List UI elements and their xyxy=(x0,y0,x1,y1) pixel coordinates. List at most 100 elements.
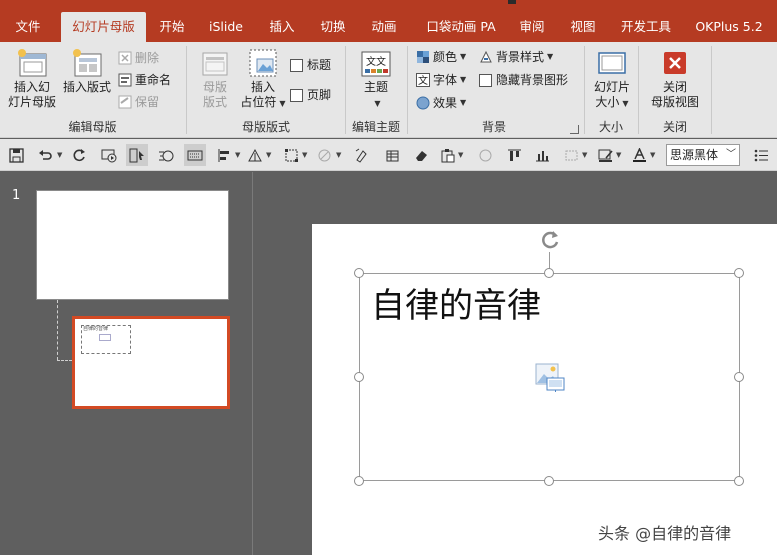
shape-outline-dropdown-icon[interactable]: ▼ xyxy=(616,151,621,159)
insert-slide-master-label-1: 插入幻 xyxy=(13,80,50,94)
circle-icon xyxy=(479,149,491,161)
format-painter-button[interactable] xyxy=(350,144,372,166)
rename-icon xyxy=(118,73,132,87)
tab-developer[interactable]: 开发工具 xyxy=(614,12,678,42)
rename-button[interactable]: 重命名 xyxy=(118,71,171,89)
disabled-shape-button[interactable] xyxy=(313,144,335,166)
insert-placeholder-button[interactable]: 插入 占位符 ▼ xyxy=(240,48,286,111)
delete-button[interactable]: 删除 xyxy=(118,49,159,67)
bar-chart-icon xyxy=(535,150,549,161)
resize-handle-bottom[interactable] xyxy=(544,476,554,486)
distribute-dropdown-icon[interactable]: ▼ xyxy=(266,151,271,159)
align-top-button[interactable] xyxy=(503,144,525,166)
circle-slash-icon xyxy=(318,149,330,161)
insert-layout-button[interactable]: 插入版式 xyxy=(60,48,114,95)
tab-okplus[interactable]: OKPlus 5.2 xyxy=(690,12,768,42)
bullets-button[interactable] xyxy=(750,144,772,166)
resize-handle-top-left[interactable] xyxy=(354,268,364,278)
shape-circle-button[interactable] xyxy=(474,144,496,166)
placeholder-title-text[interactable]: 自律的音律 xyxy=(371,278,541,327)
insert-slide-master-label-2: 灯片母版 xyxy=(7,95,56,109)
tab-islide[interactable]: iSlide xyxy=(203,12,249,42)
resize-handle-left[interactable] xyxy=(354,372,364,382)
title-checkbox-box[interactable] xyxy=(290,58,303,72)
ribbon-tab-bar: 文件 幻灯片母版 开始 iSlide 插入 切换 动画 口袋动画 PA 审阅 视… xyxy=(0,0,777,42)
colors-icon xyxy=(417,51,429,63)
hide-background-graphics-checkbox[interactable]: 隐藏背景图形 xyxy=(479,71,568,89)
tab-home[interactable]: 开始 xyxy=(150,12,194,42)
close-master-view-button[interactable]: 关闭 母版视图 xyxy=(646,48,704,110)
footer-checkbox-box[interactable] xyxy=(290,88,303,102)
disabled-shape-dropdown-icon[interactable]: ▼ xyxy=(336,151,341,159)
animation-painter-button[interactable] xyxy=(155,144,177,166)
insert-slide-master-button[interactable]: 插入幻 灯片母版 xyxy=(6,48,58,110)
group-objects-dropdown-icon[interactable]: ▼ xyxy=(582,151,587,159)
save-button[interactable] xyxy=(5,144,27,166)
tab-slide-master[interactable]: 幻灯片母版 xyxy=(61,12,146,42)
align-button[interactable] xyxy=(213,144,235,166)
start-from-beginning-button[interactable] xyxy=(98,144,120,166)
save-icon xyxy=(8,147,24,163)
master-layout-button[interactable]: 母版 版式 xyxy=(194,48,236,110)
themes-button[interactable]: 文文 主题 ▼ xyxy=(354,48,398,111)
tab-file[interactable]: 文件 xyxy=(6,12,50,42)
resize-handle-bottom-right[interactable] xyxy=(734,476,744,486)
effects-button[interactable]: 效果 ▼ xyxy=(416,94,466,112)
themes-label: 主题 xyxy=(363,80,388,94)
font-family-select[interactable]: 思源黑体 ﹀ xyxy=(666,144,740,166)
distribute-button[interactable] xyxy=(244,144,266,166)
align-dropdown-icon[interactable]: ▼ xyxy=(235,151,240,159)
title-checkbox[interactable]: 标题 xyxy=(290,56,331,74)
slide-size-button[interactable]: 幻灯片 大小 ▼ xyxy=(590,48,634,111)
resize-handle-bottom-left[interactable] xyxy=(354,476,364,486)
selection-pane-button[interactable] xyxy=(126,144,148,166)
eraser-button[interactable] xyxy=(410,144,432,166)
insert-picture-placeholder-icon[interactable] xyxy=(535,362,567,394)
fonts-dropdown-icon: ▼ xyxy=(460,75,467,84)
tab-pocket-animation[interactable]: 口袋动画 PA xyxy=(421,12,501,42)
slide-master-thumbnail[interactable] xyxy=(36,190,229,300)
background-styles-icon xyxy=(480,50,492,63)
distribute-icon xyxy=(247,148,262,161)
fonts-button[interactable]: 文 字体 ▼ xyxy=(416,71,466,89)
tab-animations[interactable]: 动画 xyxy=(362,12,406,42)
tab-review[interactable]: 审阅 xyxy=(510,12,554,42)
redo-icon xyxy=(73,148,85,161)
insert-layout-label: 插入版式 xyxy=(62,80,111,94)
keyboard-icon xyxy=(187,150,203,160)
chart-button[interactable] xyxy=(531,144,553,166)
font-color-dropdown-icon[interactable]: ▼ xyxy=(650,151,655,159)
undo-dropdown-icon[interactable]: ▼ xyxy=(57,151,62,159)
table-button[interactable] xyxy=(381,144,403,166)
table-icon xyxy=(386,150,398,161)
group-label-edit-theme: 编辑主题 xyxy=(351,120,400,134)
colors-button[interactable]: 颜色 ▼ xyxy=(416,48,466,66)
background-dialog-launcher-icon[interactable] xyxy=(570,125,579,134)
tab-insert[interactable]: 插入 xyxy=(260,12,304,42)
keyboard-button[interactable] xyxy=(184,144,206,166)
selection-pane-icon xyxy=(129,148,144,162)
layout-thumbnail-selected[interactable]: 自律的音律 xyxy=(72,316,230,409)
paste-button[interactable] xyxy=(436,144,458,166)
resize-handle-right[interactable] xyxy=(734,372,744,382)
font-color-icon xyxy=(632,147,646,162)
hide-background-graphics-box[interactable] xyxy=(479,73,492,87)
delete-label: 删除 xyxy=(135,51,160,65)
tab-view[interactable]: 视图 xyxy=(561,12,605,42)
undo-button[interactable] xyxy=(34,144,56,166)
resize-handle-top-right[interactable] xyxy=(734,268,744,278)
group-objects-button[interactable] xyxy=(560,144,582,166)
preserve-button[interactable]: 保留 xyxy=(118,93,159,111)
rotate-handle-icon[interactable] xyxy=(538,228,562,252)
paste-dropdown-icon[interactable]: ▼ xyxy=(458,151,463,159)
tab-transitions[interactable]: 切换 xyxy=(311,12,355,42)
resize-handle-top[interactable] xyxy=(544,268,554,278)
footer-checkbox[interactable]: 页脚 xyxy=(290,86,331,104)
slideshow-icon xyxy=(101,149,117,162)
edit-points-button[interactable] xyxy=(280,144,302,166)
shape-outline-button[interactable] xyxy=(594,144,616,166)
background-styles-button[interactable]: 背景样式 ▼ xyxy=(479,48,553,66)
redo-button[interactable] xyxy=(68,144,90,166)
edit-points-dropdown-icon[interactable]: ▼ xyxy=(302,151,307,159)
font-color-button[interactable] xyxy=(628,144,650,166)
